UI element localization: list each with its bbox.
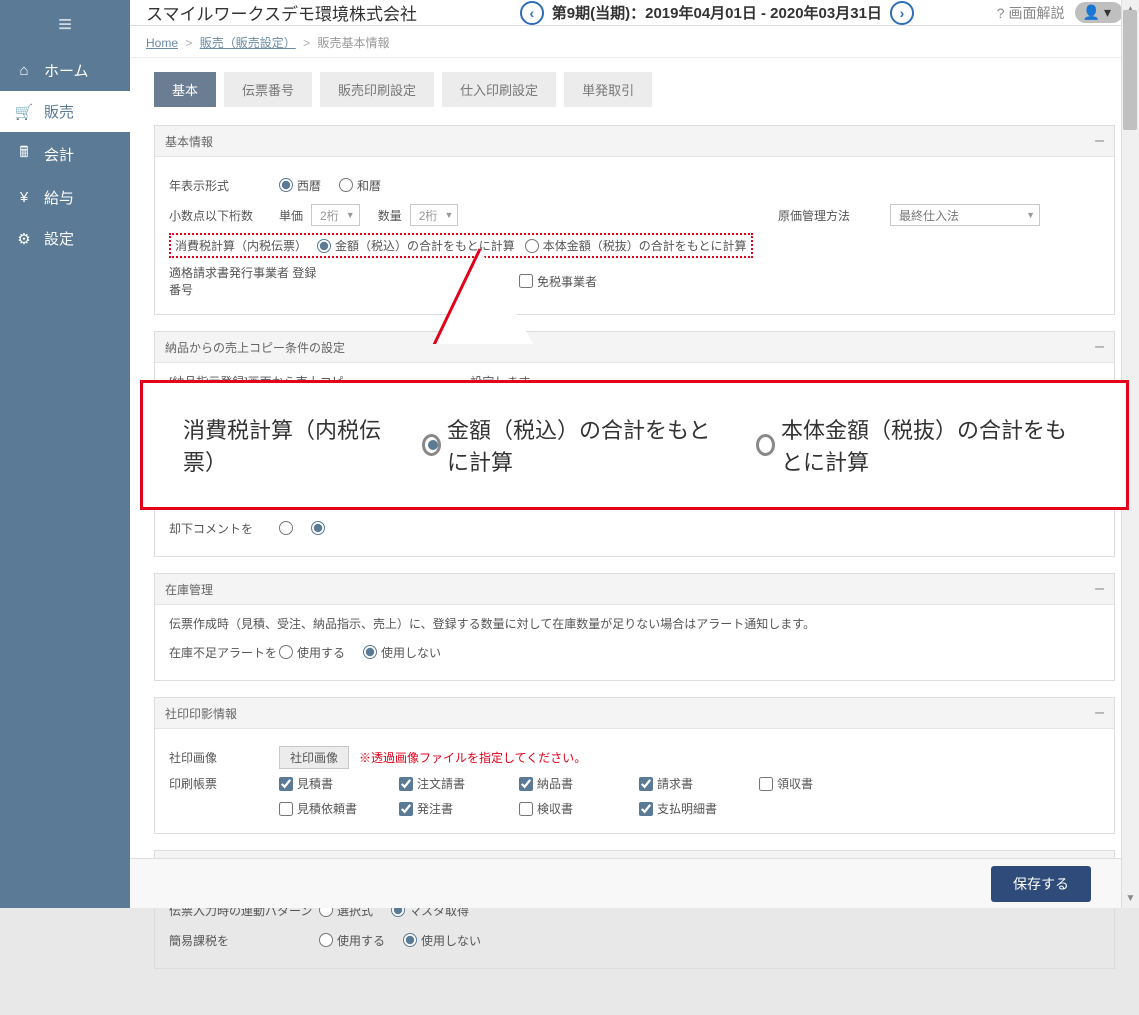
invoice-reg-label: 適格請求書発行事業者 登録番号 (169, 264, 319, 298)
breadcrumb-current: 販売基本情報 (317, 36, 389, 50)
radio-off-icon (756, 434, 775, 456)
tax-incl-option[interactable]: 金額（税込）の合計をもとに計算 (317, 237, 515, 254)
tab-purchase-print[interactable]: 仕入印刷設定 (442, 72, 556, 107)
unit-digits-select[interactable]: 2桁 (311, 204, 360, 226)
user-menu[interactable]: 👤 ▾ (1075, 2, 1123, 23)
period-prev-icon[interactable]: ‹ (520, 1, 544, 25)
chk-nouhin[interactable]: 納品書 (519, 775, 639, 792)
panel-stock: 在庫管理 – 伝票作成時（見積、受注、納品指示、売上）に、登録する数量に対して在… (154, 573, 1115, 681)
year-format-label: 年表示形式 (169, 177, 279, 194)
chevron-down-icon: ▾ (1104, 4, 1111, 21)
stock-alert-use[interactable]: 使用する (279, 644, 345, 661)
sidebar-item-label: 給与 (44, 187, 74, 208)
reject-comment-label: 却下コメントを (169, 520, 279, 537)
panel-title: 納品からの売上コピー条件の設定 (165, 339, 345, 356)
sidebar-item-home[interactable]: ⌂ ホーム (0, 50, 130, 91)
collapse-toggle[interactable]: – (1095, 338, 1104, 356)
period-nav: ‹ 第9期(当期)：2019年04月01日 - 2020年03月31日 › (437, 1, 997, 25)
stock-desc: 伝票作成時（見積、受注、納品指示、売上）に、登録する数量に対して在庫数量が足りな… (169, 615, 1100, 632)
main: ▲ ▼ スマイルワークスデモ環境株式会社 ‹ 第9期(当期)：2019年04月0… (130, 0, 1139, 908)
simple-tax-use[interactable]: 使用する (319, 932, 385, 949)
breadcrumb-mid[interactable]: 販売（販売設定） (200, 36, 296, 50)
collapse-toggle[interactable]: – (1095, 132, 1104, 150)
breadcrumb: Home > 販売（販売設定） > 販売基本情報 (130, 26, 1139, 58)
help-icon: ? (997, 5, 1005, 21)
panel-title: 在庫管理 (165, 581, 213, 598)
brand-name: スマイルワークスデモ環境株式会社 (146, 0, 417, 25)
sidebar-item-label: 設定 (44, 228, 74, 249)
cost-method-label: 原価管理方法 (778, 207, 850, 224)
yen-icon: ¥ (14, 189, 34, 206)
sidebar: ≡ ⌂ ホーム 🛒 販売 🖩 会計 ¥ 給与 ⚙ 設定 (0, 0, 130, 908)
callout-option-incl[interactable]: 金額（税込）の合計をもとに計算 (422, 413, 716, 477)
panel-title: 基本情報 (165, 133, 213, 150)
save-button[interactable]: 保存する (991, 866, 1091, 902)
tab-slip-number[interactable]: 伝票番号 (224, 72, 312, 107)
panel-title: 社印印影情報 (165, 705, 237, 722)
chk-mitsumori[interactable]: 見積書 (279, 775, 399, 792)
breadcrumb-home[interactable]: Home (146, 36, 178, 50)
cart-icon: 🛒 (14, 103, 34, 121)
tab-sales-print[interactable]: 販売印刷設定 (320, 72, 434, 107)
sidebar-item-payroll[interactable]: ¥ 給与 (0, 177, 130, 218)
sidebar-item-label: 販売 (44, 101, 74, 122)
period-next-icon[interactable]: › (890, 1, 914, 25)
seal-image-note: ※透過画像ファイルを指定してください。 (359, 749, 586, 766)
tab-basic[interactable]: 基本 (154, 72, 216, 107)
chk-kenshu[interactable]: 検収書 (519, 800, 639, 817)
tab-single[interactable]: 単発取引 (564, 72, 652, 107)
chk-hacchu[interactable]: 発注書 (399, 800, 519, 817)
tax-calc-label: 消費税計算（内税伝票） (175, 237, 307, 254)
collapse-toggle[interactable]: – (1095, 580, 1104, 598)
year-wareki-option[interactable]: 和暦 (339, 177, 381, 194)
seal-image-label: 社印画像 (169, 749, 279, 766)
home-icon: ⌂ (14, 62, 34, 79)
period-label: 第9期(当期)：2019年04月01日 - 2020年03月31日 (552, 2, 882, 23)
chk-shiharai[interactable]: 支払明細書 (639, 800, 759, 817)
gear-icon: ⚙ (14, 230, 34, 248)
radio-on-icon (422, 434, 441, 456)
panel-basic: 基本情報 – 年表示形式 西暦 和暦 小数点以下桁数 単価 (154, 125, 1115, 315)
stock-alert-label: 在庫不足アラートを (169, 644, 279, 661)
user-icon: 👤 (1083, 4, 1100, 21)
tax-calc-highlight: 消費税計算（内税伝票） 金額（税込）の合計をもとに計算 本体金額（税抜）の合計を… (169, 233, 753, 258)
callout-label: 消費税計算（内税伝票） (183, 413, 382, 477)
panel-seal: 社印印影情報 – 社印画像 社印画像 ※透過画像ファイルを指定してください。 印… (154, 697, 1115, 834)
sidebar-item-sales[interactable]: 🛒 販売 (0, 91, 130, 132)
chk-mitsumoriirai[interactable]: 見積依頼書 (279, 800, 399, 817)
chk-seikyu[interactable]: 請求書 (639, 775, 759, 792)
qty-digits-select[interactable]: 2桁 (410, 204, 459, 226)
collapse-toggle[interactable]: – (1095, 704, 1104, 722)
footer-bar: 保存する (130, 858, 1121, 908)
help-link[interactable]: ? 画面解説 (997, 3, 1065, 23)
tax-excl-option[interactable]: 本体金額（税抜）の合計をもとに計算 (525, 237, 747, 254)
sidebar-item-label: 会計 (44, 144, 74, 165)
topbar: スマイルワークスデモ環境株式会社 ‹ 第9期(当期)：2019年04月01日 -… (130, 0, 1139, 26)
cost-method-select[interactable]: 最終仕入法 (890, 204, 1040, 226)
sidebar-item-accounting[interactable]: 🖩 会計 (0, 132, 130, 177)
menu-toggle[interactable]: ≡ (0, 0, 130, 50)
tabs: 基本 伝票番号 販売印刷設定 仕入印刷設定 単発取引 (154, 72, 1115, 107)
qty-label: 数量 (378, 207, 402, 224)
callout-option-excl[interactable]: 本体金額（税抜）の合計をもとに計算 (756, 413, 1086, 477)
simple-tax-nouse[interactable]: 使用しない (403, 932, 481, 949)
sidebar-item-label: ホーム (44, 60, 89, 81)
chk-ryoshu[interactable]: 領収書 (759, 775, 879, 792)
exempt-checkbox[interactable]: 免税事業者 (519, 273, 597, 290)
chk-chumonuke[interactable]: 注文請書 (399, 775, 519, 792)
calculator-icon: 🖩 (14, 142, 34, 167)
stock-alert-nouse[interactable]: 使用しない (363, 644, 441, 661)
print-forms-label: 印刷帳票 (169, 775, 279, 792)
unit-label: 単価 (279, 207, 303, 224)
year-seireki-option[interactable]: 西暦 (279, 177, 321, 194)
simple-tax-label: 簡易課税を (169, 932, 319, 949)
seal-image-button[interactable]: 社印画像 (279, 746, 349, 769)
decimal-label: 小数点以下桁数 (169, 207, 279, 224)
sidebar-item-settings[interactable]: ⚙ 設定 (0, 218, 130, 259)
